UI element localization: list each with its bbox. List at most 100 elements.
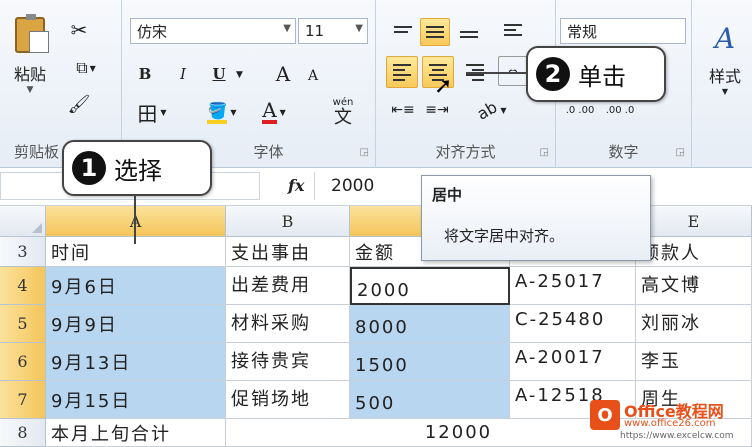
font-color-icon: A <box>262 98 277 124</box>
row-header-8[interactable]: 8 <box>0 419 46 447</box>
align-bottom-button[interactable] <box>454 18 484 46</box>
step-number: 2 <box>536 57 570 91</box>
callout-text: 单击 <box>578 62 626 91</box>
cell-a4[interactable]: 9月6日 <box>46 267 226 305</box>
cell-a6[interactable]: 9月13日 <box>46 343 226 381</box>
wrap-text-button[interactable] <box>498 16 528 44</box>
cell-b4[interactable]: 出差费用 <box>226 267 350 305</box>
cell-b5[interactable]: 材料采购 <box>226 305 350 343</box>
border-button[interactable]: 田 ▼ <box>132 98 172 126</box>
total-value: 12000 <box>424 422 493 443</box>
cut-button[interactable]: ✂ <box>64 16 94 44</box>
column-header-e[interactable]: E <box>636 206 752 237</box>
chevron-down-icon: ▼ <box>500 105 507 115</box>
cell-d6[interactable]: A-20017 <box>510 343 636 381</box>
number-format-value: 常规 <box>567 22 598 41</box>
cell-c7[interactable]: 500 <box>350 381 510 419</box>
align-left-button[interactable] <box>386 56 418 88</box>
phonetic-char: 文 <box>334 107 352 128</box>
underline-button[interactable]: U <box>206 60 232 88</box>
cell-a8[interactable]: 本月上旬合计 <box>46 419 226 447</box>
orientation-button[interactable]: ab ▼ <box>472 96 512 124</box>
row-header-7[interactable]: 7 <box>0 381 46 419</box>
cell-a3[interactable]: 时间 <box>46 237 226 267</box>
chevron-down-icon: ▼ <box>26 85 34 95</box>
dialog-launcher-icon[interactable]: ◲ <box>360 147 369 158</box>
align-middle-button[interactable] <box>420 18 450 46</box>
cell-e3[interactable]: 领款人 <box>636 237 752 267</box>
scissors-icon: ✂ <box>70 18 88 42</box>
callout-text: 选择 <box>114 156 162 185</box>
decrease-indent-button[interactable]: ⇤≡ <box>388 96 418 124</box>
styles-label: 样式 <box>708 67 741 86</box>
chevron-down-icon: ▼ <box>89 63 96 73</box>
step-number: 1 <box>72 151 106 185</box>
decrease-decimal-icon: .00 .0 <box>605 105 635 116</box>
align-top-button[interactable] <box>388 18 418 46</box>
increase-indent-button[interactable]: ≡⇥ <box>422 96 452 124</box>
cell-c5[interactable]: 8000 <box>350 305 510 343</box>
cell-b3[interactable]: 支出事由 <box>226 237 350 267</box>
indent-icon: ≡⇥ <box>425 102 449 118</box>
cell-a7[interactable]: 9月15日 <box>46 381 226 419</box>
orientation-icon: ab <box>474 96 501 124</box>
format-painter-button[interactable]: 🖌 <box>64 90 94 118</box>
column-header-b[interactable]: B <box>226 206 350 237</box>
grow-font-button[interactable]: A <box>270 60 296 88</box>
copy-button[interactable]: ⧉ ▼ <box>64 54 108 82</box>
italic-button[interactable]: I <box>170 60 196 88</box>
row-header-6[interactable]: 6 <box>0 343 46 381</box>
fill-color-button[interactable]: 🪣 ▼ <box>200 98 244 126</box>
column-header-a[interactable]: A <box>46 206 226 237</box>
shrink-font-button[interactable]: A <box>300 64 326 88</box>
merge-center-button[interactable]: ⇔ <box>498 56 528 86</box>
callout-select: 1 选择 <box>62 140 212 196</box>
outdent-icon: ⇤≡ <box>391 102 415 118</box>
font-color-button[interactable]: A ▼ <box>252 98 296 126</box>
number-format-select[interactable]: 常规 <box>560 18 686 44</box>
cell-e4[interactable]: 高文博 <box>636 267 752 305</box>
font-name-select[interactable]: 仿宋 ▼ <box>130 18 296 44</box>
cell-b6[interactable]: 接待贵宾 <box>226 343 350 381</box>
insert-function-icon[interactable]: fx <box>288 176 304 195</box>
bold-button[interactable]: B <box>132 60 158 88</box>
number-group-label: 数字 <box>608 143 639 161</box>
callout-click: 2 单击 <box>526 46 666 102</box>
watermark-url: www.office26.com <box>624 418 716 429</box>
paste-button[interactable]: 粘贴 ▼ <box>4 6 56 106</box>
chevron-down-icon: ▼ <box>279 107 286 117</box>
chevron-down-icon: ▼ <box>721 87 729 96</box>
callout-click-pointer <box>466 72 528 74</box>
dialog-launcher-icon[interactable]: ◲ <box>676 147 685 158</box>
tooltip-body: 将文字居中对齐。 <box>444 227 565 245</box>
cell-c4[interactable]: 2000 <box>350 267 510 305</box>
alignment-group-label: 对齐方式 <box>435 143 496 161</box>
cell-d5[interactable]: C-25480 <box>510 305 636 343</box>
cell-c6[interactable]: 1500 <box>350 343 510 381</box>
chevron-down-icon[interactable]: ▼ <box>236 70 243 80</box>
dialog-launcher-icon[interactable]: ◲ <box>540 147 549 158</box>
align-bottom-icon <box>460 23 478 41</box>
brush-icon: 🖌 <box>67 93 91 115</box>
font-name-value: 仿宋 <box>137 22 168 41</box>
cell-d4[interactable]: A-25017 <box>510 267 636 305</box>
styles-group: A 样式 ▼ <box>692 0 752 168</box>
styles-icon: A <box>714 22 736 55</box>
cell-b7[interactable]: 促销场地 <box>226 381 350 419</box>
cell-a5[interactable]: 9月9日 <box>46 305 226 343</box>
row-header-5[interactable]: 5 <box>0 305 46 343</box>
row-header-4[interactable]: 4 <box>0 267 46 305</box>
font-size-value: 11 <box>305 22 325 40</box>
cell-e6[interactable]: 李玉 <box>636 343 752 381</box>
align-top-icon <box>394 23 412 41</box>
chevron-down-icon: ▼ <box>230 107 237 117</box>
callout-select-pointer <box>134 196 136 244</box>
styles-button[interactable]: A 样式 ▼ <box>700 14 750 104</box>
wrap-text-icon <box>504 21 522 39</box>
phonetic-button[interactable]: wén 文 <box>318 96 368 128</box>
increase-decimal-icon: .0 .00 <box>565 105 595 116</box>
cell-e5[interactable]: 刘丽冰 <box>636 305 752 343</box>
row-header-3[interactable]: 3 <box>0 237 46 267</box>
select-all-corner[interactable] <box>0 206 46 237</box>
font-size-select[interactable]: 11 ▼ <box>298 18 368 44</box>
